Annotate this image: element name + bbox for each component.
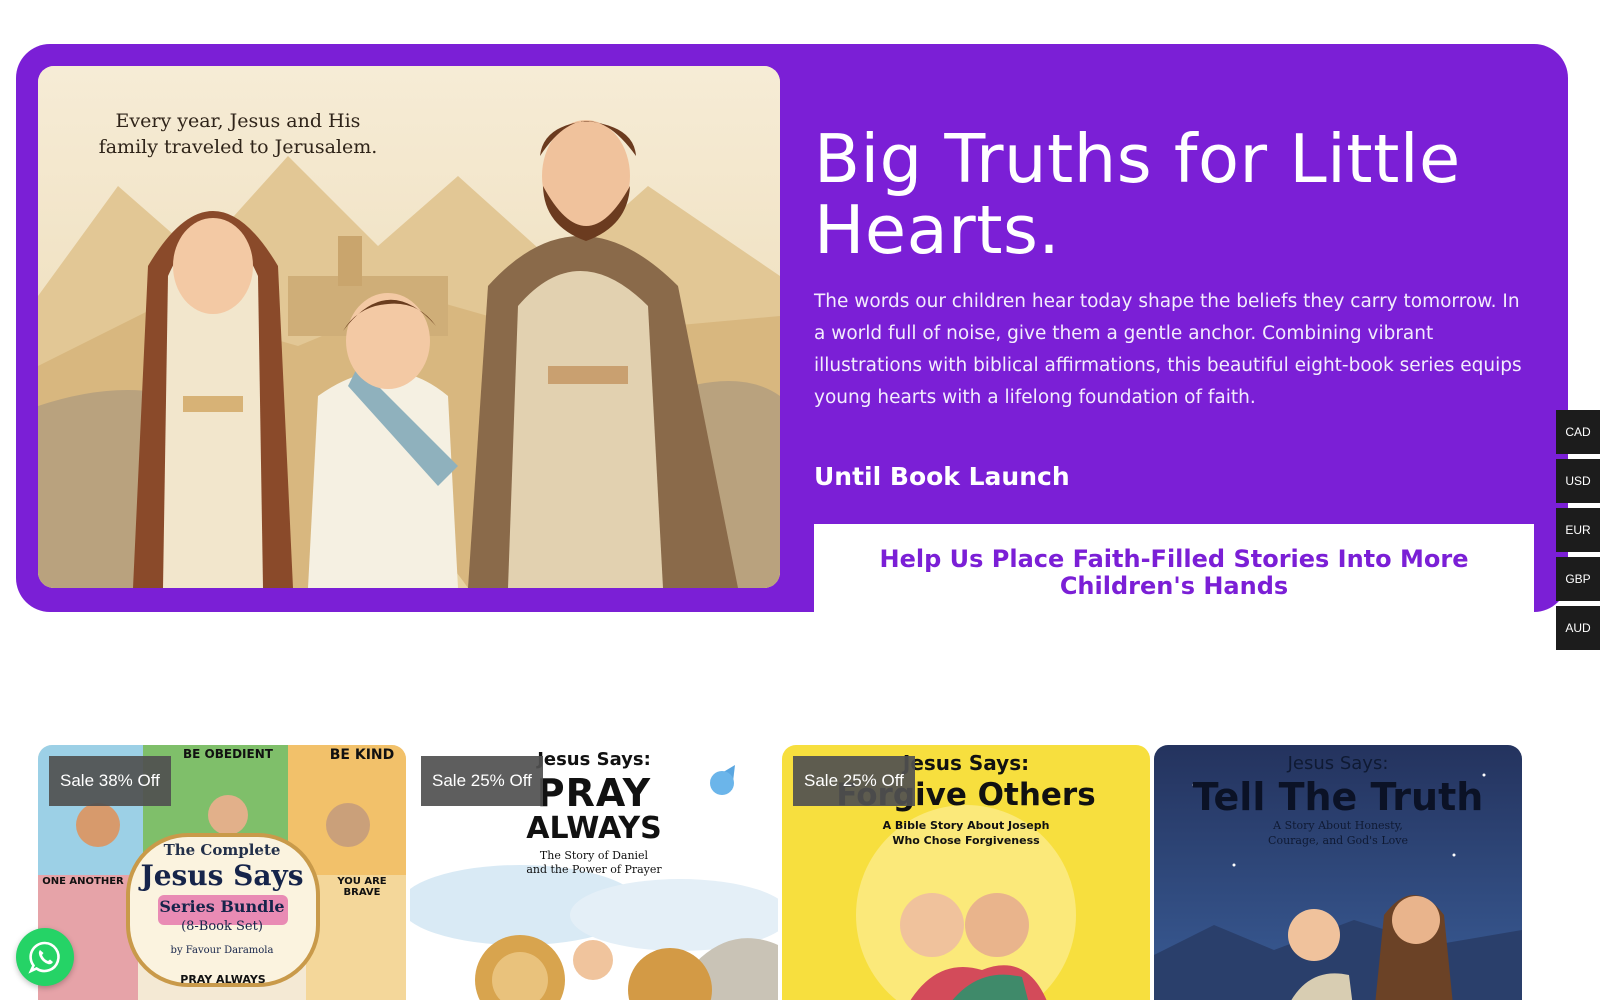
bundle-cover-line-3: Series Bundle <box>159 897 285 916</box>
bundle-cover-line-4: (8-Book Set) <box>181 919 263 934</box>
whatsapp-chat-button[interactable] <box>16 928 74 986</box>
product-card-series-bundle[interactable]: BE OBEDIENT BE KIND ONE ANOTHER YOU ARE … <box>38 745 406 1000</box>
mini-title-be-kind: BE KIND <box>329 747 395 763</box>
hero-title: Big Truths for Little Hearts. <box>814 120 1461 269</box>
sale-badge: Sale 25% Off <box>793 756 915 806</box>
currency-cad-button[interactable]: CAD <box>1556 410 1600 454</box>
bundle-cover-line-1: The Complete <box>163 841 281 859</box>
cover-line-always: ALWAYS <box>526 811 662 846</box>
product-card-tell-the-truth[interactable]: Jesus Says: Tell The Truth A Story About… <box>1154 745 1522 1000</box>
hero-illustration: Every year, Jesus and His family travele… <box>38 66 780 588</box>
cover-subtitle-2: Who Chose Forgiveness <box>892 834 1040 847</box>
launch-countdown-label: Until Book Launch <box>814 462 1070 491</box>
product-card-forgive-others[interactable]: Jesus Says: Forgive Others A Bible Story… <box>782 745 1150 1000</box>
page: Every year, Jesus and His family travele… <box>0 0 1600 1000</box>
currency-switcher: CAD USD EUR GBP AUD <box>1556 410 1600 655</box>
bundle-cover-author: by Favour Daramola <box>170 945 274 956</box>
cover-subtitle-2: Courage, and God's Love <box>1268 834 1408 847</box>
mini-title-be-obedient: BE OBEDIENT <box>183 747 273 761</box>
sale-badge: Sale 38% Off <box>49 756 171 806</box>
bundle-cover-line-2: Jesus Says <box>140 859 304 892</box>
illustration-caption: Every year, Jesus and His family travele… <box>98 110 378 158</box>
product-grid: BE OBEDIENT BE KIND ONE ANOTHER YOU ARE … <box>38 745 1544 1000</box>
sale-badge: Sale 25% Off <box>421 756 543 806</box>
product-card-pray-always[interactable]: Jesus Says: PRAY ALWAYS The Story of Dan… <box>410 745 778 1000</box>
cover-subtitle-1: A Story About Honesty, <box>1273 819 1403 832</box>
cover-line-tell-the-truth: Tell The Truth <box>1192 775 1484 819</box>
cover-subtitle-2: and the Power of Prayer <box>526 863 662 876</box>
currency-usd-button[interactable]: USD <box>1556 459 1600 503</box>
hero-banner: Every year, Jesus and His family travele… <box>16 44 1568 622</box>
currency-gbp-button[interactable]: GBP <box>1556 557 1600 601</box>
hero-description: The words our children hear today shape … <box>814 291 1522 408</box>
cover-subtitle-1: The Story of Daniel <box>539 849 649 862</box>
cta-label: Help Us Place Faith-Filled Stories Into … <box>879 545 1469 600</box>
currency-aud-button[interactable]: AUD <box>1556 606 1600 650</box>
support-cta-button[interactable]: Help Us Place Faith-Filled Stories Into … <box>814 524 1534 622</box>
currency-eur-button[interactable]: EUR <box>1556 508 1600 552</box>
cover-subtitle-1: A Bible Story About Joseph <box>882 819 1050 832</box>
mini-title-pray-always: PRAY ALWAYS <box>180 973 266 986</box>
whatsapp-icon <box>28 941 60 974</box>
cover-line-jesus-says: Jesus Says: <box>1287 753 1389 774</box>
